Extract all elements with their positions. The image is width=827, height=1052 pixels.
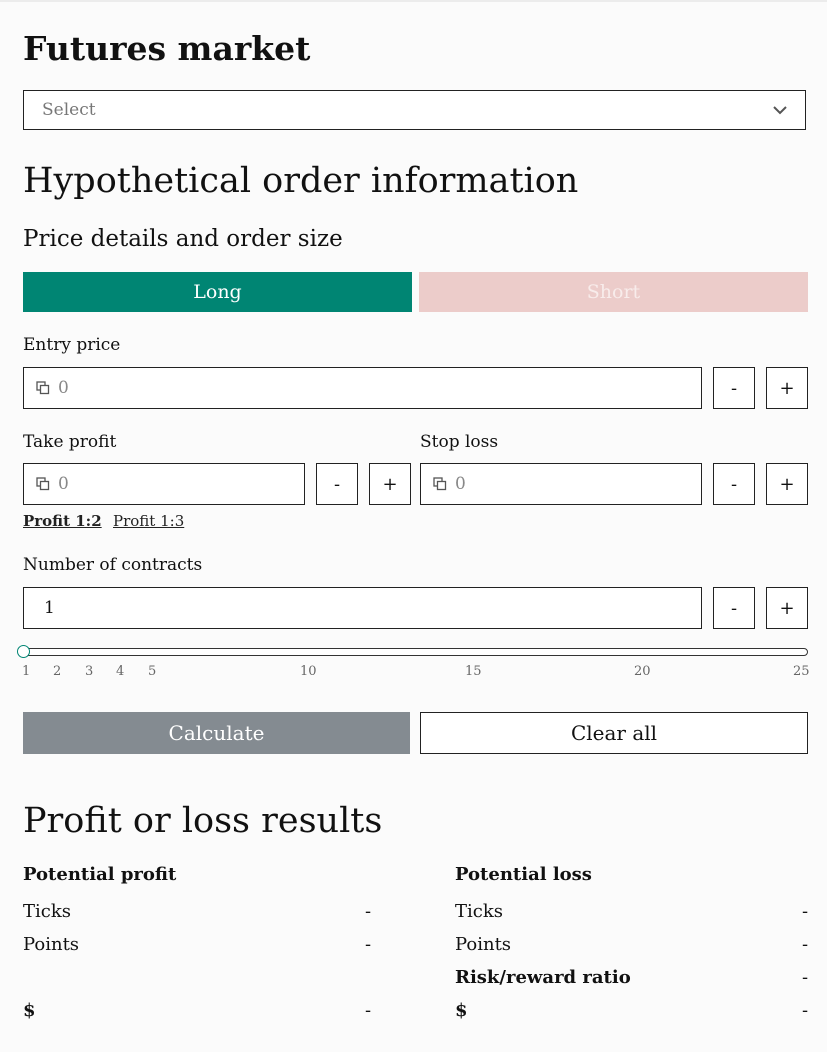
order-info-heading: Hypothetical order information (23, 161, 579, 201)
slider-tick: 25 (793, 664, 810, 679)
slider-tick: 5 (148, 664, 157, 679)
slider-tick: 2 (53, 664, 62, 679)
slider-tick: 10 (300, 664, 317, 679)
tab-short[interactable]: Short (419, 272, 808, 312)
copy-icon (433, 477, 447, 491)
profit-dollar-label: $ (23, 1000, 36, 1021)
profit-1-3-link[interactable]: Profit 1:3 (113, 512, 184, 530)
profit-ticks-value: - (365, 901, 372, 922)
loss-points-label: Points (455, 934, 512, 955)
profit-dollar-value: - (365, 1000, 372, 1021)
loss-ticks-label: Ticks (455, 901, 503, 922)
contracts-label: Number of contracts (23, 555, 203, 575)
tab-long[interactable]: Long (23, 272, 412, 312)
stop-loss-decrement-button[interactable]: - (713, 463, 755, 505)
take-profit-field[interactable]: 0 (23, 463, 305, 505)
stop-loss-increment-button[interactable]: + (766, 463, 808, 505)
stop-loss-value: 0 (455, 474, 466, 494)
price-details-heading: Price details and order size (23, 226, 343, 252)
stop-loss-field[interactable]: 0 (420, 463, 702, 505)
contracts-increment-button[interactable]: + (766, 587, 808, 629)
slider-tick: 1 (22, 664, 31, 679)
loss-dollar-value: - (802, 1000, 809, 1021)
entry-price-field[interactable]: 0 (23, 367, 702, 409)
entry-price-label: Entry price (23, 335, 121, 355)
profit-1-2-link[interactable]: Profit 1:2 (23, 512, 102, 530)
loss-ticks-value: - (802, 901, 809, 922)
contracts-field[interactable]: 1 (23, 587, 702, 629)
potential-profit-heading: Potential profit (23, 864, 177, 885)
contracts-value: 1 (44, 598, 55, 618)
results-heading: Profit or loss results (23, 801, 383, 841)
loss-points-value: - (802, 934, 809, 955)
copy-icon (36, 381, 50, 395)
slider-tick: 15 (465, 664, 482, 679)
take-profit-decrement-button[interactable]: - (316, 463, 358, 505)
stop-loss-label: Stop loss (420, 432, 499, 452)
profit-points-label: Points (23, 934, 80, 955)
slider-tick: 20 (634, 664, 651, 679)
profit-ticks-label: Ticks (23, 901, 71, 922)
entry-price-value: 0 (58, 378, 69, 398)
take-profit-value: 0 (58, 474, 69, 494)
entry-price-increment-button[interactable]: + (766, 367, 808, 409)
take-profit-increment-button[interactable]: + (369, 463, 411, 505)
contracts-decrement-button[interactable]: - (713, 587, 755, 629)
select-placeholder: Select (42, 100, 96, 120)
contracts-slider[interactable] (23, 648, 808, 656)
futures-market-heading: Futures market (23, 29, 311, 68)
potential-loss-heading: Potential loss (455, 864, 592, 885)
slider-tick: 4 (116, 664, 125, 679)
calculate-button[interactable]: Calculate (23, 712, 410, 754)
risk-reward-value: - (802, 967, 809, 988)
take-profit-label: Take profit (23, 432, 117, 452)
chevron-down-icon (773, 105, 787, 114)
slider-handle[interactable] (17, 645, 30, 658)
slider-tick: 3 (85, 664, 94, 679)
risk-reward-label: Risk/reward ratio (455, 967, 631, 988)
loss-dollar-label: $ (455, 1000, 468, 1021)
profit-points-value: - (365, 934, 372, 955)
clear-all-button[interactable]: Clear all (420, 712, 808, 754)
copy-icon (36, 477, 50, 491)
top-divider (0, 0, 827, 2)
entry-price-decrement-button[interactable]: - (713, 367, 755, 409)
futures-market-select[interactable]: Select (23, 90, 806, 130)
